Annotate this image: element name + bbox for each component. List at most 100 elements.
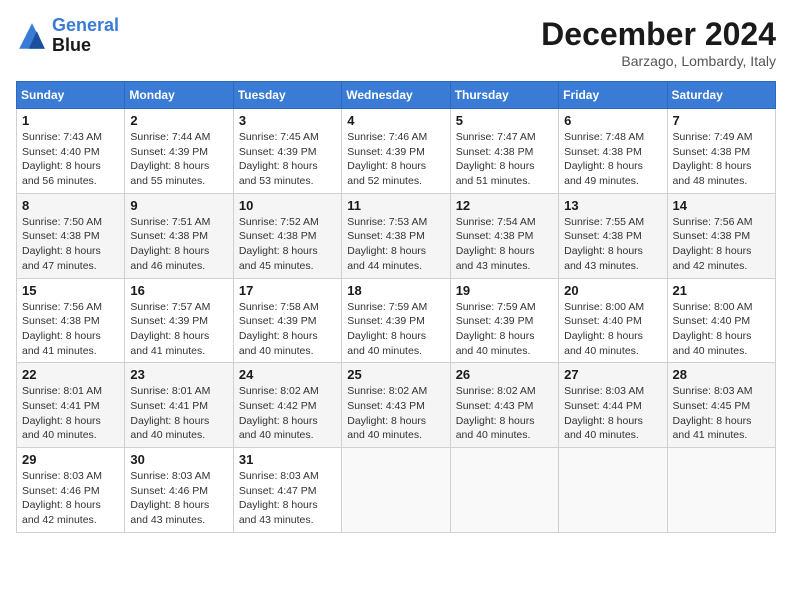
day-number: 10 xyxy=(239,198,336,213)
calendar-cell: 22 Sunrise: 8:01 AM Sunset: 4:41 PM Dayl… xyxy=(17,363,125,448)
day-info: Sunrise: 7:43 AM Sunset: 4:40 PM Dayligh… xyxy=(22,130,119,189)
day-number: 3 xyxy=(239,113,336,128)
logo: General Blue xyxy=(16,16,119,56)
day-number: 6 xyxy=(564,113,661,128)
day-header-wednesday: Wednesday xyxy=(342,82,450,109)
calendar-cell: 23 Sunrise: 8:01 AM Sunset: 4:41 PM Dayl… xyxy=(125,363,233,448)
calendar-cell: 24 Sunrise: 8:02 AM Sunset: 4:42 PM Dayl… xyxy=(233,363,341,448)
day-info: Sunrise: 7:56 AM Sunset: 4:38 PM Dayligh… xyxy=(22,300,119,359)
day-number: 25 xyxy=(347,367,444,382)
day-number: 24 xyxy=(239,367,336,382)
day-header-saturday: Saturday xyxy=(667,82,775,109)
day-info: Sunrise: 8:03 AM Sunset: 4:47 PM Dayligh… xyxy=(239,469,336,528)
calendar-week-row: 22 Sunrise: 8:01 AM Sunset: 4:41 PM Dayl… xyxy=(17,363,776,448)
calendar-cell: 7 Sunrise: 7:49 AM Sunset: 4:38 PM Dayli… xyxy=(667,109,775,194)
day-number: 27 xyxy=(564,367,661,382)
calendar-cell: 30 Sunrise: 8:03 AM Sunset: 4:46 PM Dayl… xyxy=(125,448,233,533)
calendar-cell: 4 Sunrise: 7:46 AM Sunset: 4:39 PM Dayli… xyxy=(342,109,450,194)
day-number: 2 xyxy=(130,113,227,128)
day-number: 14 xyxy=(673,198,770,213)
day-header-monday: Monday xyxy=(125,82,233,109)
day-info: Sunrise: 7:47 AM Sunset: 4:38 PM Dayligh… xyxy=(456,130,553,189)
day-info: Sunrise: 7:48 AM Sunset: 4:38 PM Dayligh… xyxy=(564,130,661,189)
day-info: Sunrise: 8:03 AM Sunset: 4:45 PM Dayligh… xyxy=(673,384,770,443)
logo-icon xyxy=(16,20,48,52)
day-info: Sunrise: 7:55 AM Sunset: 4:38 PM Dayligh… xyxy=(564,215,661,274)
day-number: 12 xyxy=(456,198,553,213)
day-number: 8 xyxy=(22,198,119,213)
day-number: 1 xyxy=(22,113,119,128)
day-info: Sunrise: 8:01 AM Sunset: 4:41 PM Dayligh… xyxy=(130,384,227,443)
location-subtitle: Barzago, Lombardy, Italy xyxy=(541,53,776,69)
day-info: Sunrise: 7:45 AM Sunset: 4:39 PM Dayligh… xyxy=(239,130,336,189)
calendar-table: SundayMondayTuesdayWednesdayThursdayFrid… xyxy=(16,81,776,533)
calendar-cell: 14 Sunrise: 7:56 AM Sunset: 4:38 PM Dayl… xyxy=(667,193,775,278)
calendar-cell: 26 Sunrise: 8:02 AM Sunset: 4:43 PM Dayl… xyxy=(450,363,558,448)
calendar-week-row: 29 Sunrise: 8:03 AM Sunset: 4:46 PM Dayl… xyxy=(17,448,776,533)
page-header: General Blue December 2024 Barzago, Lomb… xyxy=(16,16,776,69)
day-info: Sunrise: 7:46 AM Sunset: 4:39 PM Dayligh… xyxy=(347,130,444,189)
day-info: Sunrise: 7:56 AM Sunset: 4:38 PM Dayligh… xyxy=(673,215,770,274)
calendar-cell: 9 Sunrise: 7:51 AM Sunset: 4:38 PM Dayli… xyxy=(125,193,233,278)
calendar-header-row: SundayMondayTuesdayWednesdayThursdayFrid… xyxy=(17,82,776,109)
calendar-cell xyxy=(450,448,558,533)
day-info: Sunrise: 7:52 AM Sunset: 4:38 PM Dayligh… xyxy=(239,215,336,274)
day-header-tuesday: Tuesday xyxy=(233,82,341,109)
day-info: Sunrise: 7:53 AM Sunset: 4:38 PM Dayligh… xyxy=(347,215,444,274)
calendar-cell: 19 Sunrise: 7:59 AM Sunset: 4:39 PM Dayl… xyxy=(450,278,558,363)
calendar-cell: 31 Sunrise: 8:03 AM Sunset: 4:47 PM Dayl… xyxy=(233,448,341,533)
calendar-cell: 20 Sunrise: 8:00 AM Sunset: 4:40 PM Dayl… xyxy=(559,278,667,363)
calendar-cell: 12 Sunrise: 7:54 AM Sunset: 4:38 PM Dayl… xyxy=(450,193,558,278)
day-info: Sunrise: 8:02 AM Sunset: 4:42 PM Dayligh… xyxy=(239,384,336,443)
day-number: 13 xyxy=(564,198,661,213)
calendar-cell: 11 Sunrise: 7:53 AM Sunset: 4:38 PM Dayl… xyxy=(342,193,450,278)
day-info: Sunrise: 8:03 AM Sunset: 4:46 PM Dayligh… xyxy=(22,469,119,528)
calendar-week-row: 1 Sunrise: 7:43 AM Sunset: 4:40 PM Dayli… xyxy=(17,109,776,194)
day-info: Sunrise: 8:02 AM Sunset: 4:43 PM Dayligh… xyxy=(456,384,553,443)
day-number: 11 xyxy=(347,198,444,213)
calendar-cell: 17 Sunrise: 7:58 AM Sunset: 4:39 PM Dayl… xyxy=(233,278,341,363)
day-info: Sunrise: 8:03 AM Sunset: 4:46 PM Dayligh… xyxy=(130,469,227,528)
day-number: 26 xyxy=(456,367,553,382)
calendar-cell: 15 Sunrise: 7:56 AM Sunset: 4:38 PM Dayl… xyxy=(17,278,125,363)
calendar-cell: 13 Sunrise: 7:55 AM Sunset: 4:38 PM Dayl… xyxy=(559,193,667,278)
calendar-cell: 1 Sunrise: 7:43 AM Sunset: 4:40 PM Dayli… xyxy=(17,109,125,194)
day-info: Sunrise: 8:01 AM Sunset: 4:41 PM Dayligh… xyxy=(22,384,119,443)
day-number: 28 xyxy=(673,367,770,382)
month-title: December 2024 xyxy=(541,16,776,53)
calendar-cell: 27 Sunrise: 8:03 AM Sunset: 4:44 PM Dayl… xyxy=(559,363,667,448)
calendar-body: 1 Sunrise: 7:43 AM Sunset: 4:40 PM Dayli… xyxy=(17,109,776,533)
day-number: 21 xyxy=(673,283,770,298)
calendar-week-row: 15 Sunrise: 7:56 AM Sunset: 4:38 PM Dayl… xyxy=(17,278,776,363)
day-header-sunday: Sunday xyxy=(17,82,125,109)
title-block: December 2024 Barzago, Lombardy, Italy xyxy=(541,16,776,69)
day-info: Sunrise: 8:03 AM Sunset: 4:44 PM Dayligh… xyxy=(564,384,661,443)
calendar-cell: 25 Sunrise: 8:02 AM Sunset: 4:43 PM Dayl… xyxy=(342,363,450,448)
calendar-cell: 28 Sunrise: 8:03 AM Sunset: 4:45 PM Dayl… xyxy=(667,363,775,448)
day-info: Sunrise: 7:44 AM Sunset: 4:39 PM Dayligh… xyxy=(130,130,227,189)
calendar-week-row: 8 Sunrise: 7:50 AM Sunset: 4:38 PM Dayli… xyxy=(17,193,776,278)
calendar-cell: 29 Sunrise: 8:03 AM Sunset: 4:46 PM Dayl… xyxy=(17,448,125,533)
day-number: 16 xyxy=(130,283,227,298)
day-info: Sunrise: 8:00 AM Sunset: 4:40 PM Dayligh… xyxy=(564,300,661,359)
day-number: 5 xyxy=(456,113,553,128)
day-number: 15 xyxy=(22,283,119,298)
calendar-cell: 16 Sunrise: 7:57 AM Sunset: 4:39 PM Dayl… xyxy=(125,278,233,363)
day-number: 23 xyxy=(130,367,227,382)
calendar-cell xyxy=(667,448,775,533)
day-number: 17 xyxy=(239,283,336,298)
day-number: 20 xyxy=(564,283,661,298)
day-info: Sunrise: 7:54 AM Sunset: 4:38 PM Dayligh… xyxy=(456,215,553,274)
calendar-cell: 8 Sunrise: 7:50 AM Sunset: 4:38 PM Dayli… xyxy=(17,193,125,278)
day-number: 29 xyxy=(22,452,119,467)
day-info: Sunrise: 7:50 AM Sunset: 4:38 PM Dayligh… xyxy=(22,215,119,274)
day-info: Sunrise: 7:59 AM Sunset: 4:39 PM Dayligh… xyxy=(347,300,444,359)
day-number: 30 xyxy=(130,452,227,467)
calendar-cell: 2 Sunrise: 7:44 AM Sunset: 4:39 PM Dayli… xyxy=(125,109,233,194)
day-info: Sunrise: 7:49 AM Sunset: 4:38 PM Dayligh… xyxy=(673,130,770,189)
day-header-friday: Friday xyxy=(559,82,667,109)
day-number: 31 xyxy=(239,452,336,467)
day-number: 9 xyxy=(130,198,227,213)
day-info: Sunrise: 7:59 AM Sunset: 4:39 PM Dayligh… xyxy=(456,300,553,359)
calendar-cell: 5 Sunrise: 7:47 AM Sunset: 4:38 PM Dayli… xyxy=(450,109,558,194)
